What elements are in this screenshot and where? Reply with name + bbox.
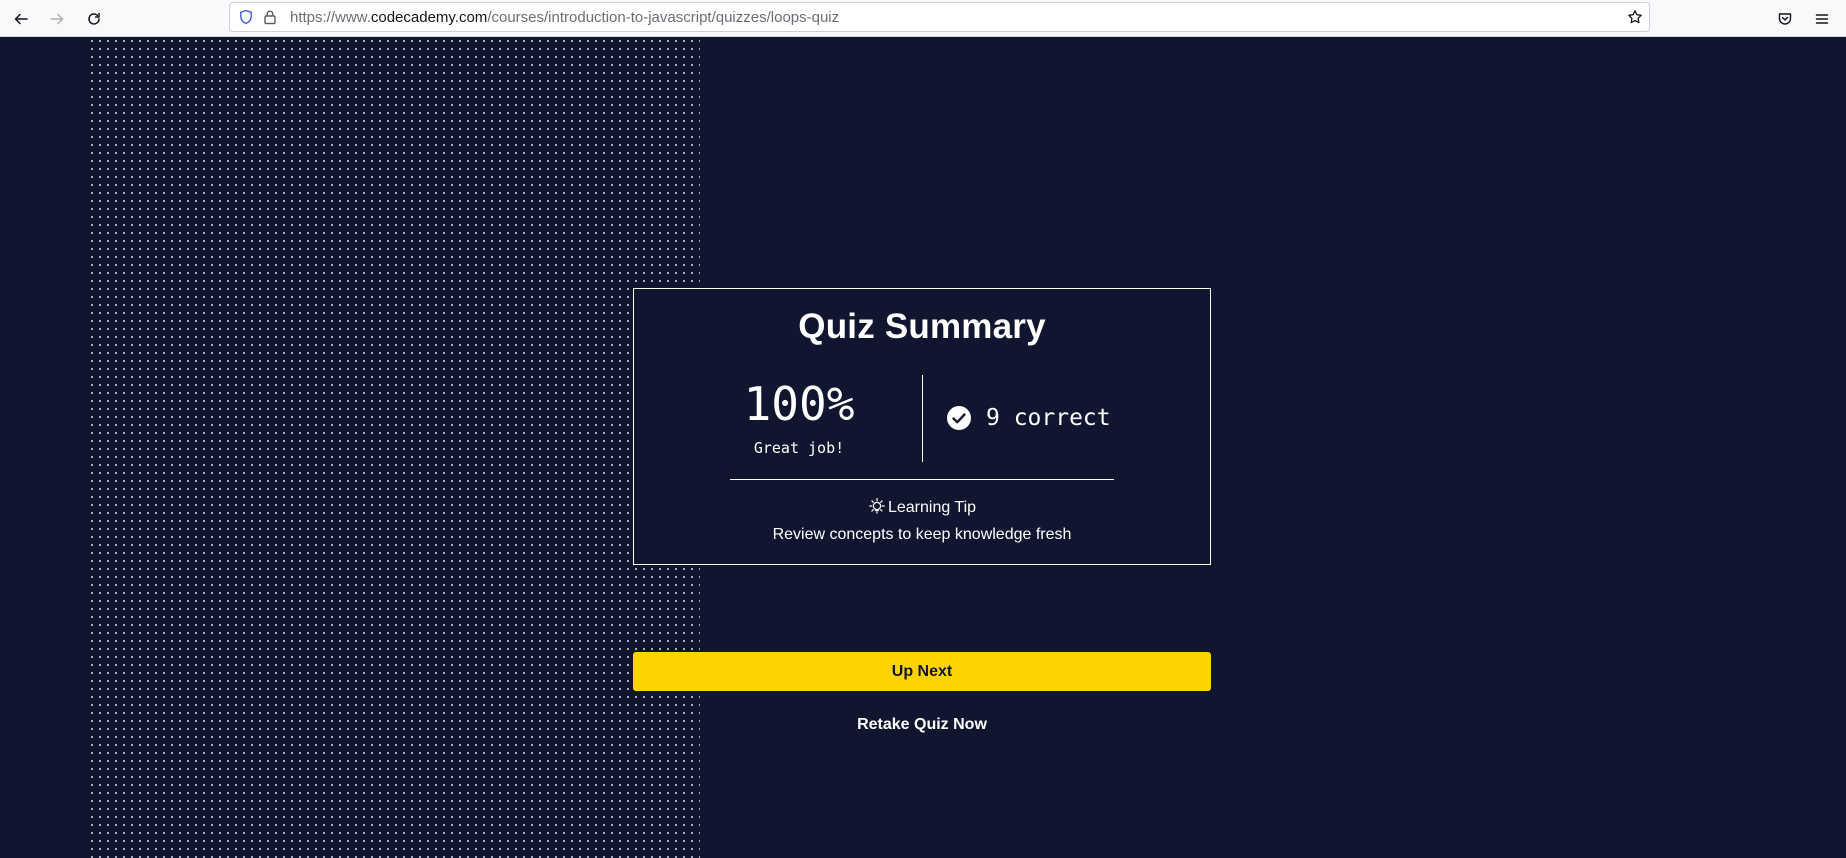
menu-button[interactable] bbox=[1809, 6, 1835, 32]
score-percentage: 100% bbox=[743, 377, 855, 431]
learning-tip-text: Review concepts to keep knowledge fresh bbox=[772, 526, 1072, 543]
lightbulb-icon bbox=[869, 497, 885, 514]
pocket-icon bbox=[1778, 13, 1792, 25]
url-path: /courses/introduction-to-javascript/quiz… bbox=[487, 9, 840, 26]
score-caption: Great job! bbox=[753, 439, 845, 457]
tracking-shield-icon[interactable] bbox=[238, 9, 254, 25]
reload-icon bbox=[88, 12, 100, 25]
url-prefix: https://www. bbox=[290, 9, 371, 26]
quiz-summary-card: Quiz Summary 100% Great job! 9 correct L… bbox=[633, 288, 1211, 565]
pocket-button[interactable] bbox=[1772, 6, 1798, 32]
learning-tip-label: Learning Tip bbox=[887, 499, 977, 516]
dot-pattern-background bbox=[88, 37, 700, 858]
url-bar[interactable]: https://www.codecademy.com/courses/intro… bbox=[229, 2, 1650, 32]
quiz-summary-page: Quiz Summary 100% Great job! 9 correct L… bbox=[0, 37, 1846, 858]
forward-icon bbox=[50, 13, 64, 25]
retake-quiz-link[interactable]: Retake Quiz Now bbox=[633, 716, 1211, 734]
url-host: codecademy.com bbox=[370, 9, 488, 26]
reload-button[interactable] bbox=[81, 6, 107, 32]
back-button[interactable] bbox=[8, 6, 34, 32]
browser-toolbar: https://www.codecademy.com/courses/intro… bbox=[0, 0, 1846, 37]
horizontal-divider bbox=[730, 479, 1114, 480]
quiz-summary-title: Quiz Summary bbox=[798, 307, 1046, 346]
learning-tip-heading: Learning Tip bbox=[634, 497, 1210, 518]
bookmark-star-icon[interactable] bbox=[1627, 9, 1643, 25]
correct-count: 9 correct bbox=[986, 405, 1111, 431]
back-icon bbox=[14, 13, 28, 25]
vertical-divider bbox=[922, 375, 923, 462]
check-circle-icon bbox=[947, 406, 971, 430]
lock-icon[interactable] bbox=[262, 9, 278, 25]
up-next-button[interactable]: Up Next bbox=[633, 652, 1211, 691]
forward-button[interactable] bbox=[44, 6, 70, 32]
url-text[interactable]: https://www.codecademy.com/courses/intro… bbox=[290, 9, 839, 27]
menu-icon bbox=[1815, 14, 1829, 24]
